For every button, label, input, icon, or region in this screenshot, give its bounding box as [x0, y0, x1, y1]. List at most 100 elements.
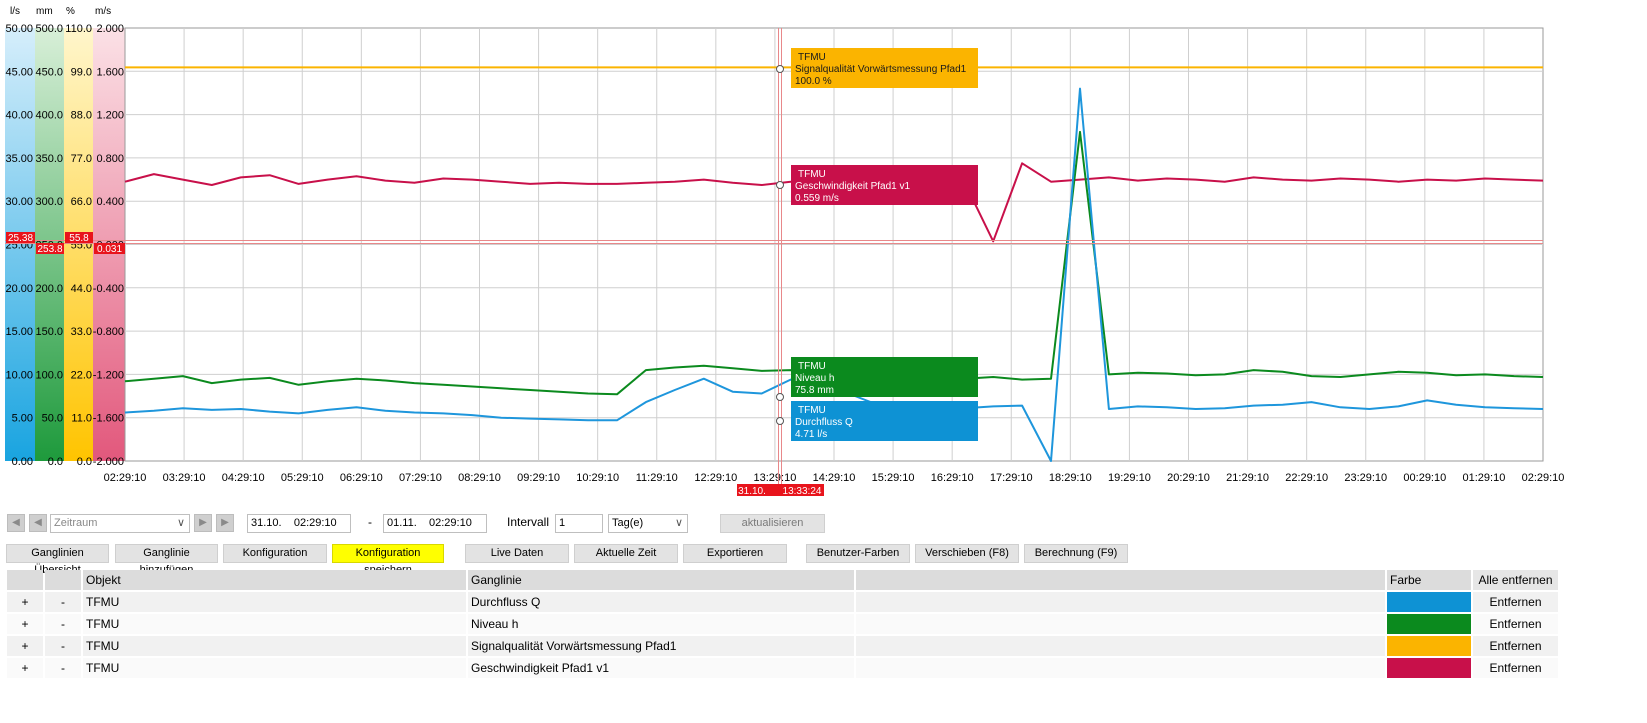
cursor-time: 13:33:24	[783, 486, 822, 497]
x-tick-label: 04:29:10	[222, 472, 265, 484]
from-datetime-field[interactable]: 31.10. 02:29:10	[247, 514, 351, 533]
next-page-button[interactable]: ▶	[194, 514, 212, 532]
tooltip-series-name: Durchfluss Q	[795, 417, 853, 428]
collapse-button[interactable]: -	[45, 636, 81, 656]
expand-button[interactable]: +	[7, 636, 43, 656]
trend-chart[interactable]: l/s mm% m/s50.0045.0040.0035.0030.0025.002…	[0, 0, 1647, 500]
remove-button[interactable]: Entfernen	[1473, 614, 1558, 634]
row-object: TFMU	[83, 636, 466, 656]
interval-label: Intervall	[507, 515, 550, 529]
unit-header: m/s	[95, 6, 111, 17]
tooltip-series-name: Geschwindigkeit Pfad1 v1	[795, 181, 911, 192]
x-tick-label: 19:29:10	[1108, 472, 1151, 484]
period-select[interactable]: Zeitraum ∨	[50, 514, 190, 533]
y-tick-label: 110.0	[65, 23, 92, 35]
color-swatch[interactable]	[1387, 636, 1471, 656]
y-tick-label: 2.000	[96, 23, 124, 35]
y-tick-label: 99.0	[71, 66, 92, 78]
header-color: Farbe	[1387, 570, 1471, 590]
chevron-down-icon: ∨	[176, 517, 185, 529]
calculation-button[interactable]: Berechnung (F9)	[1024, 544, 1128, 563]
to-datetime-field[interactable]: 01.11. 02:29:10	[383, 514, 487, 533]
y-tick-label: 10.00	[5, 369, 33, 381]
remove-all-button[interactable]: Alle entfernen	[1473, 570, 1558, 590]
cursor-readout-ms: 0.031	[97, 244, 122, 255]
remove-button[interactable]: Entfernen	[1473, 658, 1558, 678]
color-swatch[interactable]	[1387, 592, 1471, 612]
y-tick-label: 0.00	[12, 456, 33, 468]
y-tick-label: -1.200	[93, 369, 124, 381]
x-tick-label: 20:29:10	[1167, 472, 1210, 484]
collapse-button[interactable]: -	[45, 614, 81, 634]
y-tick-label: 1.600	[96, 66, 124, 78]
y-tick-label: 0.0	[48, 456, 63, 468]
from-time: 02:29:10	[293, 517, 337, 529]
x-tick-label: 00:29:10	[1403, 472, 1446, 484]
unit-header: mm	[36, 6, 53, 17]
remove-button[interactable]: Entfernen	[1473, 592, 1558, 612]
y-tick-label: 0.800	[96, 153, 124, 165]
last-page-button[interactable]: ▶	[216, 514, 234, 532]
expand-button[interactable]: +	[7, 658, 43, 678]
y-tick-label: -1.600	[93, 413, 124, 425]
x-tick-label: 15:29:10	[872, 472, 915, 484]
cursor-marker	[776, 65, 784, 73]
header-series: Ganglinie	[468, 570, 854, 590]
shift-button[interactable]: Verschieben (F8)	[915, 544, 1019, 563]
refresh-button[interactable]: aktualisieren	[720, 514, 825, 533]
expand-button[interactable]: +	[7, 614, 43, 634]
row-spacer	[856, 636, 1385, 656]
save-configuration-button[interactable]: Konfiguration speichern	[332, 544, 444, 576]
tooltip-title: TFMU	[798, 52, 826, 63]
row-series: Durchfluss Q	[468, 592, 854, 612]
collapse-button[interactable]: -	[45, 658, 81, 678]
cursor-marker	[776, 181, 784, 189]
header-plus	[7, 570, 43, 590]
x-tick-label: 18:29:10	[1049, 472, 1092, 484]
x-tick-label: 03:29:10	[163, 472, 206, 484]
interval-value: 1	[559, 517, 566, 529]
series-overview-button[interactable]: Ganglinien Übersicht	[6, 544, 109, 576]
y-tick-label: 200.0	[35, 283, 63, 295]
to-time: 02:29:10	[429, 517, 472, 529]
export-button[interactable]: Exportieren	[683, 544, 787, 563]
collapse-button[interactable]: -	[45, 592, 81, 612]
first-page-button[interactable]: ◀	[7, 514, 25, 532]
from-date: 31.10.	[251, 517, 282, 529]
x-tick-label: 17:29:10	[990, 472, 1033, 484]
row-series: Signalqualität Vorwärtsmessung Pfad1	[468, 636, 854, 656]
x-tick-label: 08:29:10	[458, 472, 501, 484]
color-swatch[interactable]	[1387, 614, 1471, 634]
period-select-value: Zeitraum	[54, 517, 98, 529]
row-series: Niveau h	[468, 614, 854, 634]
expand-button[interactable]: +	[7, 592, 43, 612]
live-data-button[interactable]: Live Daten	[465, 544, 569, 563]
add-series-button[interactable]: Ganglinie hinzufügen	[115, 544, 218, 576]
y-tick-label: 35.00	[5, 153, 33, 165]
chevron-down-icon: ∨	[674, 517, 683, 529]
cursor-readout-mm: 253.8	[37, 244, 62, 255]
header-spacer	[856, 570, 1385, 590]
x-tick-label: 11:29:10	[636, 472, 678, 484]
configuration-button[interactable]: Konfiguration	[223, 544, 327, 563]
y-tick-label: 15.00	[5, 326, 33, 338]
tooltip-series-name: Signalqualität Vorwärtsmessung Pfad1	[795, 64, 967, 75]
remove-button[interactable]: Entfernen	[1473, 636, 1558, 656]
y-tick-label: 40.00	[5, 110, 33, 122]
interval-value-field[interactable]: 1	[555, 514, 603, 533]
header-object: Objekt	[83, 570, 466, 590]
user-colors-button[interactable]: Benutzer-Farben	[806, 544, 910, 563]
color-swatch[interactable]	[1387, 658, 1471, 678]
row-object: TFMU	[83, 658, 466, 678]
tooltip-value: 100.0 %	[795, 76, 832, 87]
row-spacer	[856, 658, 1385, 678]
tooltip-title: TFMU	[798, 405, 826, 416]
y-tick-label: 350.0	[35, 153, 63, 165]
interval-unit-select[interactable]: Tag(e) ∨	[608, 514, 688, 533]
x-tick-label: 10:29:10	[576, 472, 619, 484]
prev-page-button[interactable]: ◀	[29, 514, 47, 532]
y-tick-label: 66.0	[71, 196, 92, 208]
cursor-marker	[776, 393, 784, 401]
y-tick-label: 0.0	[77, 456, 92, 468]
current-time-button[interactable]: Aktuelle Zeit	[574, 544, 678, 563]
